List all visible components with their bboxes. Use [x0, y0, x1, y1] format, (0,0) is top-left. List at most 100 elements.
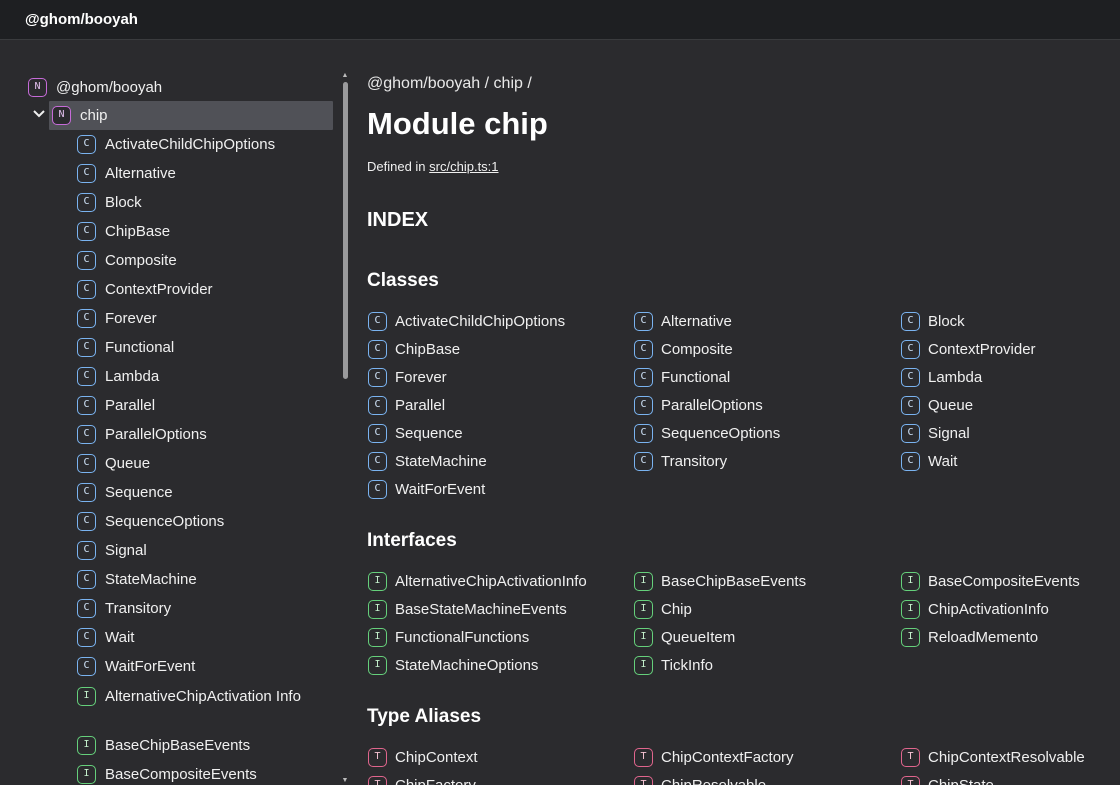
sidebar-item[interactable]: C Lambda — [77, 362, 327, 391]
class-icon: C — [901, 395, 920, 415]
interface-icon: I — [634, 655, 653, 675]
sidebar-item[interactable]: C ContextProvider — [77, 275, 327, 304]
index-link[interactable]: C Signal — [901, 423, 970, 443]
index-link[interactable]: I TickInfo — [634, 655, 713, 675]
sidebar-item[interactable]: C StateMachine — [77, 565, 327, 594]
site-title[interactable]: @ghom/booyah — [25, 11, 138, 28]
sidebar-item[interactable]: C ChipBase — [77, 217, 327, 246]
sidebar-item-label: StateMachine — [105, 571, 197, 588]
index-link-label: BaseChipBaseEvents — [661, 572, 807, 590]
index-link[interactable]: I BaseChipBaseEvents — [634, 571, 806, 591]
index-link[interactable]: I BaseStateMachineEvents — [368, 599, 567, 619]
sidebar-item[interactable]: C Transitory — [77, 594, 327, 623]
index-link[interactable]: C Parallel — [368, 395, 445, 415]
sidebar-item-label: @ghom/booyah — [56, 79, 163, 96]
index-link-label: ContextProvider — [928, 340, 1036, 358]
sidebar-item[interactable]: C ParallelOptions — [77, 420, 327, 449]
index-link-label: ChipState — [928, 776, 994, 785]
sidebar-item[interactable]: I BaseChipBaseEvents — [77, 731, 327, 760]
index-link[interactable]: T ChipContextFactory — [634, 747, 794, 767]
sidebar-item[interactable]: C SequenceOptions — [77, 507, 327, 536]
index-link-label: Block — [928, 312, 965, 330]
sidebar-item[interactable]: C Block — [77, 188, 327, 217]
interface-icon: I — [368, 655, 387, 675]
sidebar-item[interactable]: C Signal — [77, 536, 327, 565]
sidebar-item-root[interactable]: N @ghom/booyah — [28, 73, 328, 102]
interface-icon: I — [77, 765, 96, 784]
index-link[interactable]: I Chip — [634, 599, 692, 619]
index-link-label: Alternative — [661, 312, 732, 330]
class-icon: C — [901, 423, 920, 443]
class-icon: C — [77, 541, 96, 560]
index-link-label: ReloadMemento — [928, 628, 1039, 646]
index-link[interactable]: C Sequence — [368, 423, 463, 443]
index-heading: INDEX — [367, 209, 429, 231]
scrollbar-thumb[interactable] — [343, 82, 348, 379]
sidebar-item-label: BaseCompositeEvents — [105, 766, 257, 783]
index-link-label: ChipContext — [395, 748, 478, 766]
sidebar-item[interactable]: C Alternative — [77, 159, 327, 188]
index-link[interactable]: C ActivateChildChipOptions — [368, 311, 565, 331]
breadcrumb[interactable]: @ghom/booyah / chip / — [367, 75, 532, 93]
index-link[interactable]: C ParallelOptions — [634, 395, 763, 415]
index-link[interactable]: C Composite — [634, 339, 733, 359]
sidebar-item[interactable]: C Wait — [77, 623, 327, 652]
index-link[interactable]: T ChipFactory — [368, 775, 476, 785]
index-link[interactable]: T ChipState — [901, 775, 994, 785]
chevron-down-icon[interactable] — [32, 107, 46, 121]
index-link[interactable]: T ChipContext — [368, 747, 478, 767]
sidebar-item[interactable]: C Parallel — [77, 391, 327, 420]
index-link[interactable]: C Wait — [901, 451, 957, 471]
index-link[interactable]: T ChipContextResolvable — [901, 747, 1085, 767]
sidebar-item-label: Sequence — [105, 484, 173, 501]
index-link[interactable]: I FunctionalFunctions — [368, 627, 529, 647]
sidebar-scrollbar[interactable]: ▲ ▼ — [340, 72, 350, 785]
index-link[interactable]: C StateMachine — [368, 451, 487, 471]
class-icon: C — [901, 311, 920, 331]
sidebar-item[interactable]: C ActivateChildChipOptions — [77, 130, 327, 159]
interface-icon: I — [368, 627, 387, 647]
index-link[interactable]: I ChipActivationInfo — [901, 599, 1049, 619]
interface-icon: I — [634, 571, 653, 591]
index-link[interactable]: I ReloadMemento — [901, 627, 1038, 647]
index-link[interactable]: C Transitory — [634, 451, 727, 471]
sidebar-item-label: Transitory — [105, 600, 172, 617]
class-icon: C — [634, 451, 653, 471]
index-link[interactable]: C Forever — [368, 367, 447, 387]
index-link[interactable]: C WaitForEvent — [368, 479, 485, 499]
type-alias-icon: T — [634, 775, 653, 785]
scroll-down-icon[interactable]: ▼ — [341, 777, 349, 785]
sidebar-item-label: BaseChipBaseEvents — [105, 737, 251, 754]
index-link[interactable]: C Block — [901, 311, 965, 331]
index-link-label: FunctionalFunctions — [395, 628, 530, 646]
sidebar-item[interactable]: C Forever — [77, 304, 327, 333]
index-link[interactable]: C ContextProvider — [901, 339, 1036, 359]
index-link[interactable]: C Alternative — [634, 311, 732, 331]
index-link-label: StateMachine — [395, 452, 487, 470]
index-link[interactable]: I AlternativeChipActivationInfo — [368, 571, 587, 591]
index-link[interactable]: C Lambda — [901, 367, 982, 387]
sidebar-item[interactable]: C Functional — [77, 333, 327, 362]
interface-icon: I — [901, 599, 920, 619]
index-link[interactable]: C Functional — [634, 367, 730, 387]
scroll-up-icon[interactable]: ▲ — [341, 72, 349, 80]
sidebar-item-label: ActivateChildChipOptions — [105, 136, 276, 153]
sidebar-item[interactable]: C Composite — [77, 246, 327, 275]
index-link[interactable]: I BaseCompositeEvents — [901, 571, 1080, 591]
sidebar-item-chip[interactable]: N chip — [49, 101, 333, 130]
sidebar-item[interactable]: I BaseCompositeEvents — [77, 760, 327, 785]
source-link[interactable]: src/chip.ts:1 — [429, 159, 498, 174]
sidebar-item[interactable]: C Sequence — [77, 478, 327, 507]
index-link[interactable]: C ChipBase — [368, 339, 460, 359]
type-alias-icon: T — [368, 747, 387, 767]
index-link[interactable]: T ChipResolvable — [634, 775, 766, 785]
sidebar-item-label: Block — [105, 194, 142, 211]
class-icon: C — [77, 599, 96, 618]
defined-in: Defined in src/chip.ts:1 — [367, 159, 499, 174]
sidebar-item[interactable]: I AlternativeChipActivation Info — [77, 672, 327, 720]
index-link[interactable]: I StateMachineOptions — [368, 655, 538, 675]
index-link[interactable]: C SequenceOptions — [634, 423, 780, 443]
sidebar-item[interactable]: C Queue — [77, 449, 327, 478]
index-link[interactable]: I QueueItem — [634, 627, 735, 647]
index-link[interactable]: C Queue — [901, 395, 973, 415]
